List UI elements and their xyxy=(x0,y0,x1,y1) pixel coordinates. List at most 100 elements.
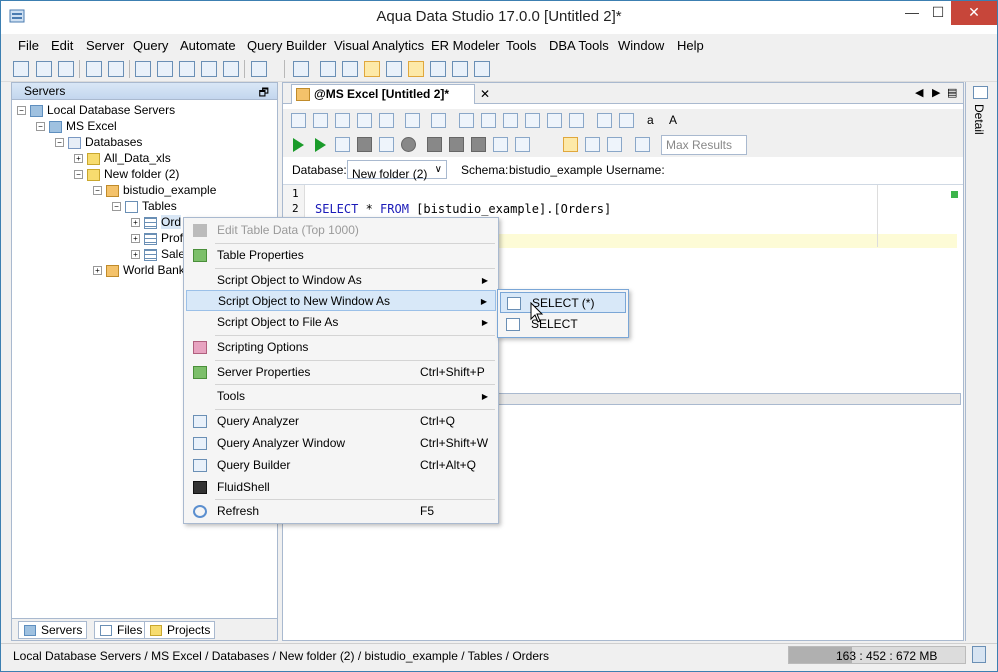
menu-item-refresh[interactable]: Refresh F5 xyxy=(186,501,496,522)
decrease-font-icon[interactable]: a xyxy=(647,113,654,127)
layout-6-icon[interactable] xyxy=(430,61,446,77)
print-icon[interactable] xyxy=(405,113,420,128)
tree-item-orders[interactable]: + Ord xyxy=(131,215,182,231)
edit-icon[interactable] xyxy=(431,113,446,128)
menu-help[interactable]: Help xyxy=(677,38,704,53)
query-builder-icon[interactable] xyxy=(179,61,195,77)
unregister-server-icon[interactable] xyxy=(36,61,52,77)
tree-item-tables[interactable]: − Tables xyxy=(112,199,177,215)
menu-item-tools[interactable]: Tools ▶ xyxy=(186,386,496,407)
tree-item-new-folder-2[interactable]: − New folder (2) xyxy=(74,167,179,183)
layout-5-icon[interactable] xyxy=(408,61,424,77)
redo-icon[interactable] xyxy=(569,113,584,128)
menu-query[interactable]: Query xyxy=(133,38,168,53)
menu-dba-tools[interactable]: DBA Tools xyxy=(549,38,609,53)
execute-icon[interactable] xyxy=(315,138,326,152)
editor-tab[interactable]: @MS Excel [Untitled 2]* ✕ xyxy=(291,84,490,104)
menu-item-fluidshell[interactable]: FluidShell xyxy=(186,477,496,498)
garbage-collect-icon[interactable] xyxy=(972,646,986,663)
next-tab-icon[interactable]: ▶ xyxy=(932,86,940,99)
increase-font-icon[interactable]: A xyxy=(669,113,677,127)
find-icon[interactable] xyxy=(597,113,612,128)
tree-item-ms-excel[interactable]: − MS Excel xyxy=(36,119,117,135)
execute-all-icon[interactable] xyxy=(293,138,304,152)
query-analyzer-icon[interactable] xyxy=(135,61,151,77)
paste-icon[interactable] xyxy=(525,113,540,128)
open-file-icon[interactable] xyxy=(251,61,267,77)
open-icon[interactable] xyxy=(313,113,328,128)
cut-icon[interactable] xyxy=(481,113,496,128)
results-grid-icon[interactable] xyxy=(563,137,578,152)
menu-item-edit-table-data[interactable]: Edit Table Data (Top 1000) xyxy=(186,220,496,241)
fluidshell-icon[interactable] xyxy=(223,61,239,77)
database-select[interactable]: New folder (2) ∨ xyxy=(347,160,447,181)
menu-item-query-analyzer-window[interactable]: Query Analyzer Window Ctrl+Shift+W xyxy=(186,433,496,454)
collapse-toggle-icon[interactable]: − xyxy=(93,186,102,196)
layout-2-icon[interactable] xyxy=(342,61,358,77)
menu-item-server-properties[interactable]: Server Properties Ctrl+Shift+P xyxy=(186,362,496,383)
menu-edit[interactable]: Edit xyxy=(51,38,73,53)
submenu-item-select[interactable]: SELECT xyxy=(500,314,626,335)
menu-window[interactable]: Window xyxy=(618,38,664,53)
menu-item-script-object-to-file[interactable]: Script Object to File As ▶ xyxy=(186,312,496,333)
chart-icon[interactable] xyxy=(474,61,490,77)
save-all-icon[interactable] xyxy=(379,113,394,128)
prev-tab-icon[interactable]: ◀ xyxy=(915,86,923,99)
collapse-toggle-icon[interactable]: − xyxy=(74,170,83,180)
menu-item-scripting-options[interactable]: Scripting Options xyxy=(186,337,496,358)
expand-toggle-icon[interactable]: + xyxy=(131,234,140,244)
tree-item-world-bank[interactable]: + World Bank xyxy=(93,263,185,279)
menu-automate[interactable]: Automate xyxy=(180,38,236,53)
detail-icon[interactable] xyxy=(973,86,988,99)
layout-7-icon[interactable] xyxy=(452,61,468,77)
collapse-toggle-icon[interactable]: − xyxy=(36,122,45,132)
menu-item-query-builder[interactable]: Query Builder Ctrl+Alt+Q xyxy=(186,455,496,476)
results-chart-icon[interactable] xyxy=(607,137,622,152)
replace-icon[interactable] xyxy=(619,113,634,128)
menu-item-table-properties[interactable]: Table Properties xyxy=(186,245,496,266)
record-icon[interactable] xyxy=(401,137,416,152)
tree-item-bistudio-example[interactable]: − bistudio_example xyxy=(93,183,216,199)
disconnect-icon[interactable] xyxy=(108,61,124,77)
tab-files[interactable]: Files xyxy=(94,621,148,639)
max-results-input[interactable]: Max Results xyxy=(661,135,747,155)
transaction-icon[interactable] xyxy=(493,137,508,152)
menu-er-modeler[interactable]: ER Modeler xyxy=(431,38,500,53)
stop-icon[interactable] xyxy=(357,137,372,152)
execute-current-icon[interactable] xyxy=(335,137,350,152)
expand-toggle-icon[interactable]: + xyxy=(74,154,83,164)
collapse-toggle-icon[interactable]: − xyxy=(112,202,121,212)
copy-icon[interactable] xyxy=(503,113,518,128)
layout-3-icon[interactable] xyxy=(364,61,380,77)
results-text-icon[interactable] xyxy=(585,137,600,152)
collapse-toggle-icon[interactable]: − xyxy=(55,138,64,148)
submenu-item-select-star[interactable]: SELECT (*) xyxy=(500,292,626,313)
close-tab-icon[interactable]: ✕ xyxy=(480,85,490,103)
compare-icon[interactable] xyxy=(201,61,217,77)
query-analyzer-window-icon[interactable] xyxy=(157,61,173,77)
save-icon[interactable] xyxy=(335,113,350,128)
tab-servers[interactable]: Servers xyxy=(18,621,88,639)
restore-panel-icon[interactable]: 🗗 xyxy=(259,85,269,101)
collapse-toggle-icon[interactable]: − xyxy=(17,106,26,116)
rollback-icon[interactable] xyxy=(449,137,464,152)
connect-icon[interactable] xyxy=(86,61,102,77)
select-icon[interactable] xyxy=(459,113,474,128)
close-button[interactable]: ✕ xyxy=(951,1,997,25)
layout-1-icon[interactable] xyxy=(320,61,336,77)
tree-item-databases[interactable]: − Databases xyxy=(55,135,142,151)
save-as-icon[interactable] xyxy=(357,113,372,128)
undo-icon[interactable] xyxy=(547,113,562,128)
commit-icon[interactable] xyxy=(427,137,442,152)
menu-item-script-object-to-new-window[interactable]: Script Object to New Window As ▶ xyxy=(186,290,496,311)
detail-tab[interactable]: Detail xyxy=(972,104,986,135)
menu-tools[interactable]: Tools xyxy=(506,38,536,53)
auto-commit-icon[interactable] xyxy=(471,137,486,152)
tab-projects[interactable]: Projects xyxy=(144,621,216,639)
register-server-icon[interactable] xyxy=(13,61,29,77)
tree-item-all-data-xls[interactable]: + All_Data_xls xyxy=(74,151,171,167)
expand-toggle-icon[interactable]: + xyxy=(93,266,102,276)
expand-toggle-icon[interactable]: + xyxy=(131,250,140,260)
tab-list-icon[interactable]: ▤ xyxy=(947,86,957,99)
menu-query-builder[interactable]: Query Builder xyxy=(247,38,326,53)
